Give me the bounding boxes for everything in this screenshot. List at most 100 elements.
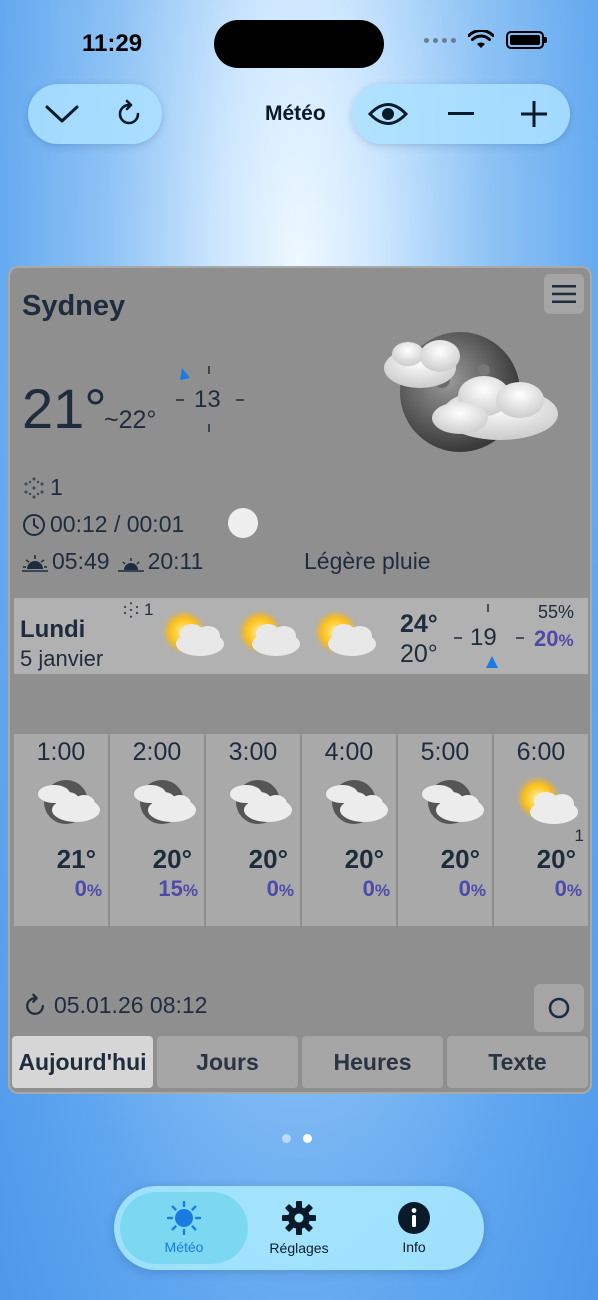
cloud-sun-icon [314, 610, 376, 656]
status-icons [424, 30, 547, 50]
top-left-controls [28, 84, 162, 144]
last-updated: 05.01.26 08:12 [22, 992, 207, 1019]
hour-rain-value: 0 [554, 876, 567, 901]
info-icon [398, 1202, 430, 1234]
day-snow-count: 1 [144, 600, 154, 619]
chevron-down-icon [45, 105, 78, 123]
page-indicator[interactable] [282, 1134, 312, 1143]
snowflake-icon [24, 477, 44, 498]
tabbar-label-weather: Météo [164, 1239, 204, 1255]
day-humidity: 55% [538, 602, 574, 623]
day-humidity-value: 55 [538, 602, 559, 622]
hour-rain-chance: 0% [267, 876, 294, 902]
updated-timestamp: 05.01.26 08:12 [54, 992, 208, 1018]
hour-rain-chance: 0% [363, 876, 390, 902]
tabbar-item-settings[interactable]: Réglages [235, 1192, 363, 1264]
plus-icon [520, 101, 547, 127]
snow-row: 1 [22, 474, 63, 501]
top-right-controls [352, 84, 570, 144]
wifi-icon [468, 30, 494, 48]
cloud-sun-icon [162, 610, 224, 656]
circle-toggle-button[interactable] [534, 984, 584, 1032]
cloud-moon-icon [416, 776, 486, 833]
hour-rain-chance: 0% [555, 876, 582, 902]
minus-icon [447, 112, 474, 115]
reload-icon [26, 993, 44, 1015]
hour-column[interactable]: 1:00 21° 0% [14, 734, 108, 926]
sunrise-icon [22, 554, 48, 572]
hour-time: 6:00 [516, 738, 566, 766]
hour-column[interactable]: 2:00 20° 15% [110, 734, 204, 926]
hour-time: 2:00 [132, 738, 182, 766]
day-min-temp: 20° [400, 640, 438, 668]
tab-days[interactable]: Jours [157, 1036, 298, 1088]
moon-times-row: 00:12 / 00:01 [22, 511, 184, 538]
cloud-sun-icon [238, 610, 300, 656]
hour-rain-value: 0 [362, 876, 375, 901]
card-menu-button[interactable] [544, 274, 584, 314]
day-wind-speed: 19 [470, 624, 497, 651]
sun-icon [167, 1201, 201, 1235]
day-summary[interactable]: Lundi 5 janvier 1 24° 20° 19 55% 20% [14, 598, 588, 674]
day-rain-value: 20 [534, 626, 559, 651]
tab-text[interactable]: Texte [447, 1036, 588, 1088]
day-rain-unit: % [558, 631, 574, 650]
snow-count: 1 [50, 474, 63, 500]
hour-rain-chance: 15% [158, 876, 198, 902]
hour-rain-chance: 0% [75, 876, 102, 902]
weather-description: Légère pluie [304, 548, 431, 574]
tab-hours[interactable]: Heures [302, 1036, 443, 1088]
day-snow: 1 [122, 600, 153, 620]
moon-phase-icon [228, 508, 258, 538]
wind-speed: 13 [194, 386, 221, 413]
hour-rain-value: 0 [266, 876, 279, 901]
zoom-out-button[interactable] [441, 94, 481, 134]
cloud-moon-icon [128, 776, 198, 833]
collapse-button[interactable] [42, 94, 82, 134]
city-name: Sydney [22, 290, 126, 322]
hour-rain-unit: % [86, 881, 102, 900]
hour-time: 3:00 [228, 738, 278, 766]
status-time: 11:29 [82, 30, 143, 57]
page-dot [282, 1134, 291, 1143]
feels-like-temperature: ~22° [104, 406, 157, 434]
reload-icon [118, 99, 139, 125]
sunrise-time: 05:49 [52, 548, 110, 574]
tabbar-item-weather[interactable]: Météo [120, 1192, 248, 1264]
visibility-button[interactable] [368, 94, 409, 134]
current-temperature: 21° [22, 377, 107, 440]
hamburger-icon [552, 285, 576, 303]
hour-temperature: 20° [440, 844, 480, 874]
cloud-moon-icon [32, 776, 102, 833]
eye-icon [368, 103, 409, 125]
cloud-moon-icon [224, 776, 294, 833]
hour-column[interactable]: 4:00 20° 0% [302, 734, 396, 926]
hour-column[interactable]: 5:00 20° 0% [398, 734, 492, 926]
zoom-in-button[interactable] [514, 94, 554, 134]
hour-rain-unit: % [566, 881, 582, 900]
hour-temperature: 20° [536, 844, 576, 874]
day-date: 5 janvier [20, 646, 104, 671]
signal-icon [424, 37, 456, 43]
day-name: Lundi [20, 616, 86, 643]
reload-button[interactable] [109, 94, 149, 134]
tabbar-item-info[interactable]: Info [350, 1192, 478, 1264]
hour-temperature: 20° [344, 844, 384, 874]
battery-icon [506, 31, 547, 49]
day-max-temp: 24° [400, 610, 438, 638]
tabbar-label-settings: Réglages [269, 1240, 329, 1256]
hour-rain-unit: % [182, 881, 198, 900]
hour-rain-unit: % [470, 881, 486, 900]
hourly-forecast: 1:00 21° 0% 2:00 20° 15% 3:00 20° 0% 4:00 20° 0% 5:0… [14, 734, 588, 926]
snowflake-icon [123, 602, 139, 618]
hour-column[interactable]: 6:00 1 20° 0% [494, 734, 588, 926]
tab-today[interactable]: Aujourd'hui [12, 1036, 153, 1088]
cloud-moon-icon [320, 776, 390, 833]
hour-time: 5:00 [420, 738, 470, 766]
page-dot-active [303, 1134, 312, 1143]
hour-temperature: 20° [152, 844, 192, 874]
hour-column[interactable]: 3:00 20° 0% [206, 734, 300, 926]
hour-temperature: 20° [248, 844, 288, 874]
cloud-sun-icon [512, 776, 582, 833]
cloud-moon-icon [384, 332, 558, 452]
